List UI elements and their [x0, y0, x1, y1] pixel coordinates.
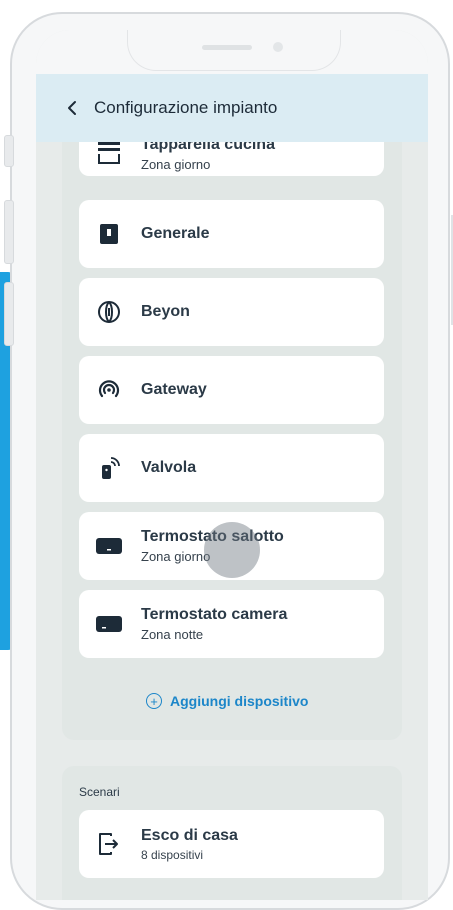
device-card-gateway[interactable]: Gateway — [79, 356, 384, 424]
device-card-termostato-camera[interactable]: Termostato camera Zona notte — [79, 590, 384, 658]
exit-icon — [95, 830, 123, 858]
device-name: Tapparella cucina — [141, 136, 275, 153]
device-zone: Zona giorno — [141, 157, 211, 172]
phone-side-button — [4, 282, 14, 346]
scenario-name: Esco di casa — [141, 826, 238, 844]
device-card-generale[interactable]: Generale — [79, 200, 384, 268]
device-name: Gateway — [141, 381, 207, 398]
device-name: Generale — [141, 225, 210, 242]
add-device-label: Aggiungi dispositivo — [170, 693, 309, 709]
valve-icon — [95, 454, 123, 482]
device-zone: Zona notte — [141, 627, 204, 642]
phone-camera — [273, 42, 283, 52]
touch-indicator — [204, 522, 260, 578]
plus-circle-icon: + — [146, 693, 162, 709]
scenarios-section-label: Scenari — [79, 785, 120, 799]
add-device-button[interactable]: + Aggiungi dispositivo — [146, 689, 326, 713]
switch-icon — [95, 220, 123, 248]
device-card-beyon[interactable]: Beyon — [79, 278, 384, 346]
phone-side-button — [4, 135, 14, 167]
scenario-card-esco-di-casa[interactable]: Esco di casa 8 dispositivi — [79, 810, 384, 878]
device-name: Beyon — [141, 303, 190, 320]
chevron-left-icon — [68, 101, 76, 115]
device-name: Termostato camera — [141, 606, 288, 623]
phone-speaker — [202, 45, 252, 50]
thermostat-icon — [95, 532, 123, 560]
device-card-tapparella-cucina[interactable]: Tapparella cucina Zona giorno — [79, 108, 384, 176]
phone-notch — [128, 30, 340, 70]
scenario-device-count: 8 dispositivi — [141, 847, 204, 862]
shutter-icon — [95, 139, 123, 167]
beyon-icon — [95, 298, 123, 326]
phone-screen: Configurazione impianto Tapparella cucin… — [36, 30, 428, 900]
device-card-valvola[interactable]: Valvola — [79, 434, 384, 502]
gateway-icon — [95, 376, 123, 404]
device-name: Valvola — [141, 459, 197, 476]
thermostat-icon — [95, 610, 123, 638]
phone-side-button — [4, 200, 14, 264]
